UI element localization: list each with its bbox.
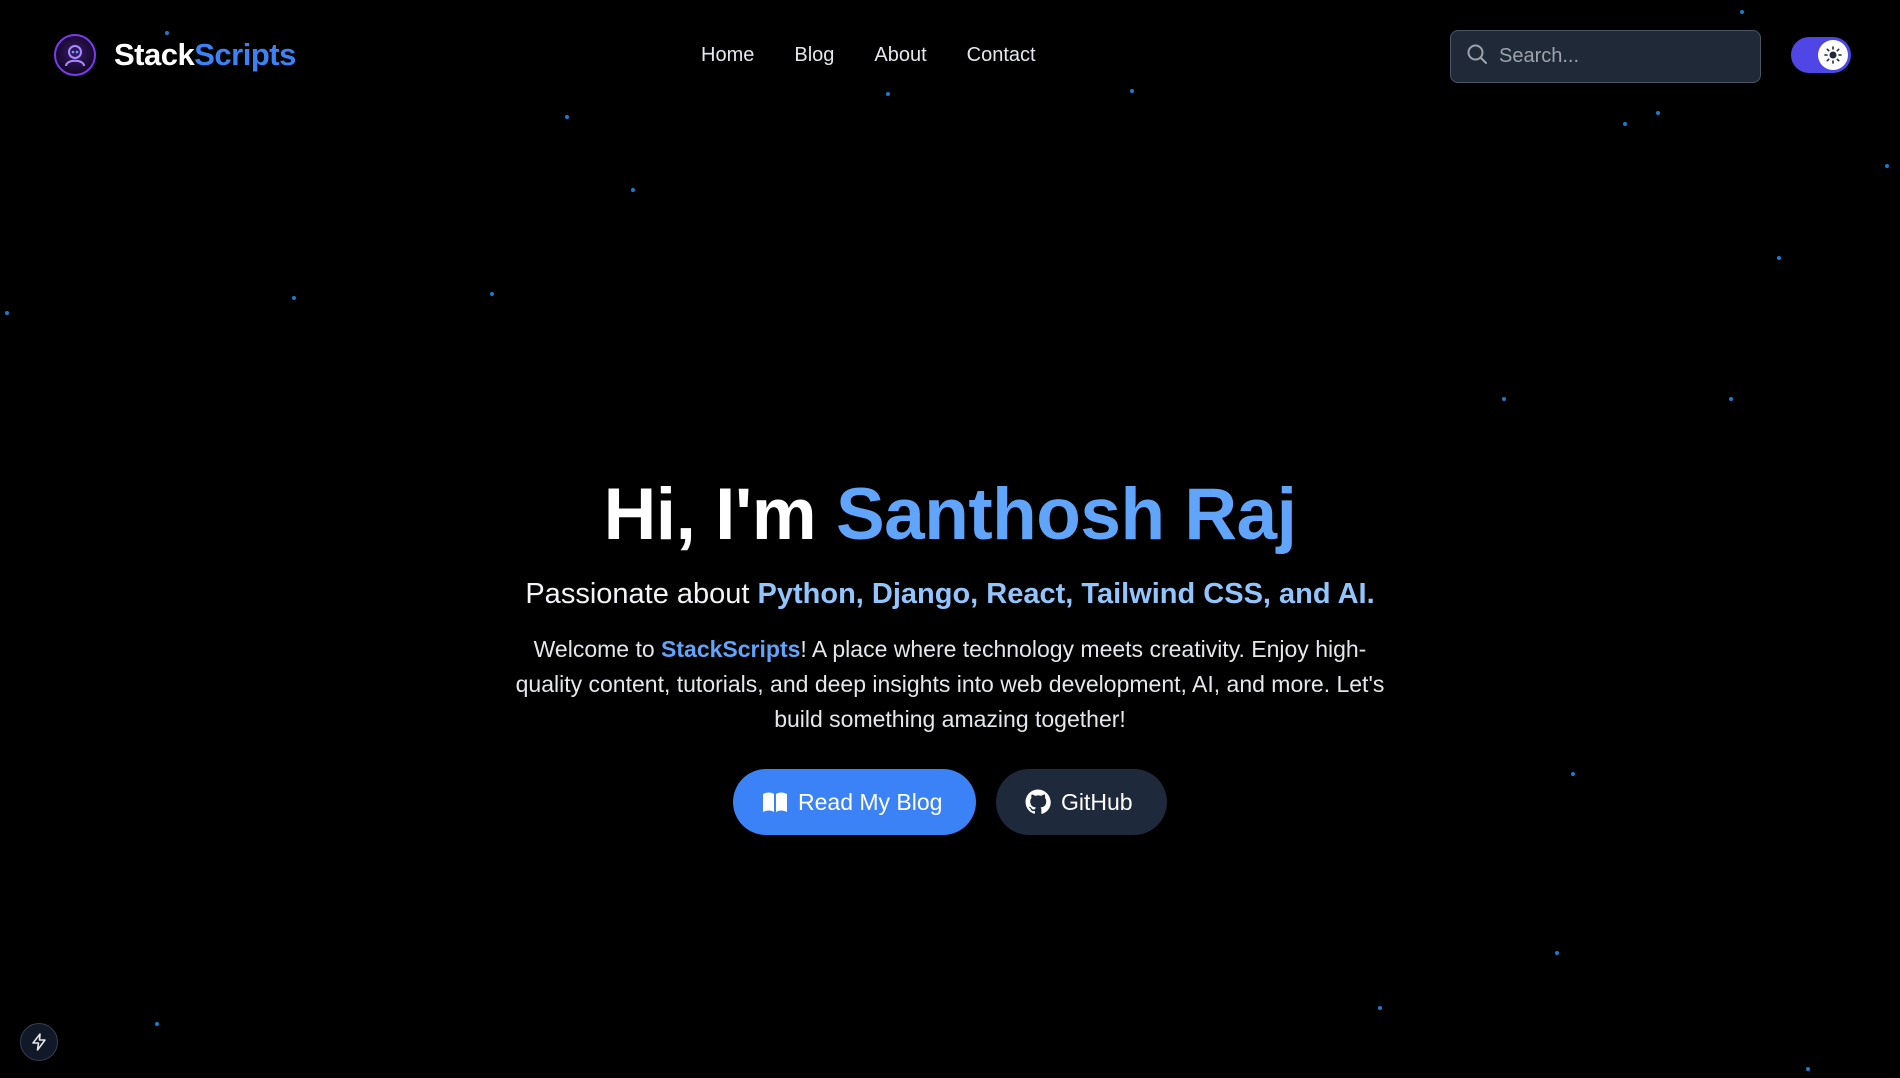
- star: [1378, 1006, 1382, 1010]
- logo-text-part1: Stack: [114, 37, 195, 72]
- hero-actions: Read My Blog GitHub: [0, 769, 1900, 835]
- logo[interactable]: StackScripts: [54, 34, 296, 76]
- sun-icon: [1824, 46, 1842, 64]
- star: [565, 115, 569, 119]
- github-button[interactable]: GitHub: [996, 769, 1167, 835]
- floating-action-button[interactable]: [20, 1023, 58, 1061]
- theme-toggle[interactable]: [1791, 37, 1851, 73]
- github-label: GitHub: [1061, 788, 1133, 815]
- read-blog-button[interactable]: Read My Blog: [733, 769, 976, 835]
- github-icon: [1025, 789, 1051, 814]
- navbar: StackScripts Home Blog About Contact: [0, 0, 1900, 112]
- hero-subtitle-tech: Python, Django, React, Tailwind CSS, and…: [757, 578, 1375, 610]
- hero-desc-brand: StackScripts: [661, 636, 801, 662]
- star: [1777, 256, 1781, 260]
- logo-text: StackScripts: [114, 37, 296, 73]
- nav-link-home[interactable]: Home: [701, 44, 754, 67]
- hero-subtitle-prefix: Passionate about: [525, 578, 758, 610]
- star: [292, 296, 296, 300]
- star: [1806, 1067, 1810, 1071]
- hero-subtitle: Passionate about Python, Django, React, …: [0, 576, 1900, 612]
- hero-description: Welcome to StackScripts! A place where t…: [515, 632, 1385, 737]
- book-icon: [763, 792, 787, 812]
- search-input[interactable]: [1499, 45, 1739, 68]
- read-blog-label: Read My Blog: [798, 788, 943, 815]
- hero-name: Santhosh Raj: [835, 474, 1297, 555]
- lightning-icon: [32, 1033, 46, 1051]
- star: [1729, 397, 1733, 401]
- main-nav: Home Blog About Contact: [701, 44, 1036, 67]
- star: [155, 1022, 159, 1026]
- nav-link-blog[interactable]: Blog: [794, 44, 834, 67]
- search-box: [1450, 30, 1761, 83]
- hero-desc-prefix: Welcome to: [533, 636, 662, 662]
- nav-link-about[interactable]: About: [874, 44, 926, 67]
- star: [490, 292, 494, 296]
- search-icon: [1465, 42, 1489, 71]
- logo-badge-icon: [54, 34, 96, 76]
- star: [631, 188, 635, 192]
- hero-section: Hi, I'm Santhosh Raj Passionate about Py…: [0, 470, 1900, 835]
- logo-text-part2: Scripts: [194, 37, 296, 72]
- toggle-knob: [1818, 40, 1848, 70]
- star: [1885, 164, 1889, 168]
- nav-link-contact[interactable]: Contact: [967, 44, 1036, 67]
- star: [1623, 122, 1627, 126]
- star: [1555, 951, 1559, 955]
- star: [5, 311, 9, 315]
- hero-title: Hi, I'm Santhosh Raj: [0, 470, 1900, 560]
- hero-greeting: Hi, I'm: [603, 474, 836, 555]
- star: [1502, 397, 1506, 401]
